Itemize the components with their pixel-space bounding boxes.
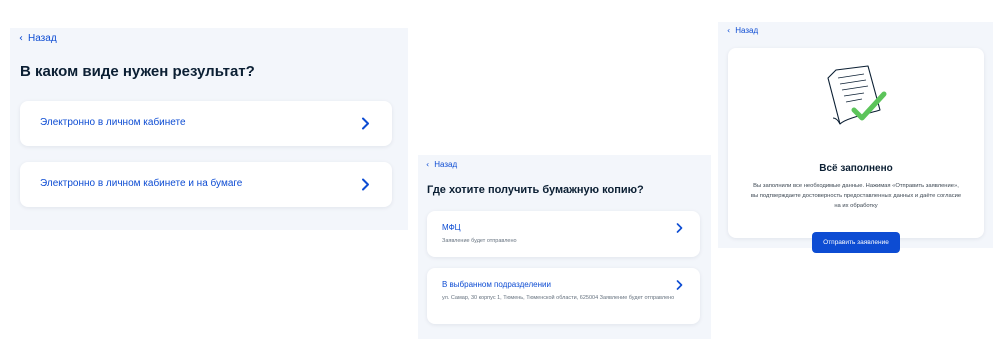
back-link[interactable]: ‹ Назад: [727, 26, 758, 35]
page-title: Где хотите получить бумажную копию?: [427, 184, 644, 196]
option-mfc[interactable]: МФЦ Заявление будет отправлено: [427, 211, 700, 257]
option-selected-department[interactable]: В выбранном подразделении ул. Самар, 30 …: [427, 268, 700, 324]
completion-card: Всё заполнено Вы заполнили все необходим…: [728, 48, 984, 253]
option-label: Электронно в личном кабинете: [40, 117, 186, 128]
chevron-left-icon: ‹: [426, 160, 430, 169]
option-electronic[interactable]: Электронно в личном кабинете: [20, 101, 392, 146]
page-title: В каком виде нужен результат?: [20, 63, 255, 80]
chevron-right-icon: [362, 117, 369, 130]
option-label: МФЦ: [442, 223, 461, 232]
chevron-left-icon: ‹: [727, 26, 731, 35]
back-label: Назад: [735, 26, 759, 35]
submission-complete-panel: ‹ Назад Всё заполнено Вы заполнили все н…: [718, 22, 993, 253]
option-electronic-and-paper[interactable]: Электронно в личном кабинете и на бумаге: [20, 162, 392, 207]
chevron-right-icon: [362, 178, 369, 191]
result-format-panel: ‹ Назад В каком виде нужен результат? Эл…: [10, 28, 408, 230]
back-label: Назад: [434, 160, 458, 169]
back-link[interactable]: ‹ Назад: [19, 33, 57, 44]
submit-application-button[interactable]: Отправить заявление: [812, 232, 900, 253]
completion-title: Всё заполнено: [819, 163, 893, 174]
chevron-right-icon: [676, 223, 683, 233]
option-description: Заявление будет отправлено: [442, 238, 517, 244]
chevron-left-icon: ‹: [19, 33, 23, 44]
option-label: В выбранном подразделении: [442, 280, 551, 289]
option-description: ул. Самар, 30 корпус 1, Тюмень, Тюменско…: [442, 295, 675, 301]
chevron-right-icon: [676, 280, 683, 290]
back-link[interactable]: ‹ Назад: [426, 160, 457, 169]
paper-copy-location-panel: ‹ Назад Где хотите получить бумажную коп…: [418, 155, 711, 339]
completion-text: Вы заполнили все необходимые данные. Наж…: [750, 183, 962, 209]
option-label: Электронно в личном кабинете и на бумаге: [40, 178, 243, 189]
document-check-icon: [827, 65, 887, 125]
back-label: Назад: [28, 33, 57, 44]
